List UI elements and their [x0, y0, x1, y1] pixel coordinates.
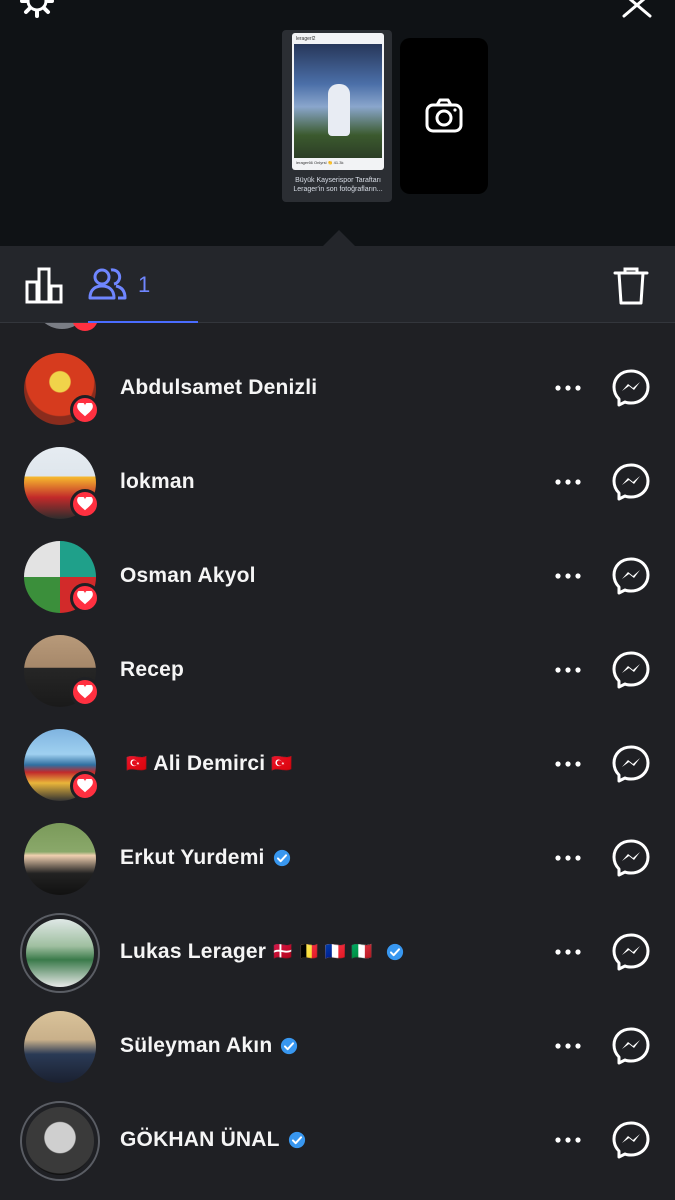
verified-badge-icon: [288, 1131, 305, 1149]
avatar[interactable]: [24, 1011, 96, 1083]
add-story-camera-tile[interactable]: [400, 38, 488, 194]
thumbnail-username: leragerl2: [296, 36, 316, 42]
viewer-name[interactable]: 🇹🇷 Ali Demirci 🇹🇷: [120, 717, 299, 811]
more-options-icon[interactable]: [550, 1032, 586, 1060]
viewer-name-text: Erkut Yurdemi: [120, 846, 265, 869]
viewer-name[interactable]: Osman Akyol: [120, 529, 256, 623]
messenger-icon[interactable]: [611, 650, 651, 690]
story-text: Büyük Kayserispor Taraftarı Lerager'in s…: [293, 177, 383, 193]
verified-badge-icon: [281, 1037, 298, 1055]
viewer-name[interactable]: Lukas Lerager 🇩🇰 🇧🇪 🇫🇷 🇮🇹: [120, 905, 404, 999]
more-options-icon[interactable]: [550, 938, 586, 966]
viewer-name[interactable]: Abdulsamet Denizli: [120, 341, 317, 435]
viewer-row[interactable]: lokman: [0, 435, 675, 529]
flag-emoji: 🇹🇷: [126, 754, 148, 773]
heart-icon: [70, 677, 100, 707]
viewers-people-icon: [88, 268, 127, 300]
more-options-icon[interactable]: [550, 468, 586, 496]
viewer-name[interactable]: GÖKHAN ÜNAL: [120, 1093, 306, 1187]
viewer-name-text: Lukas Lerager: [120, 940, 267, 963]
avatar[interactable]: [20, 913, 100, 993]
more-options-icon[interactable]: [550, 656, 586, 684]
viewer-row[interactable]: Recep: [0, 623, 675, 717]
more-options-icon[interactable]: [550, 1126, 586, 1154]
verified-badge-icon: [387, 943, 404, 961]
thumbnail-caption: lerager66 Onlyrsl 👏 41.3k: [296, 160, 344, 165]
viewer-row[interactable]: Osman Akyol: [0, 529, 675, 623]
messenger-icon[interactable]: [611, 838, 651, 878]
viewer-name-text: GÖKHAN ÜNAL: [120, 1128, 280, 1151]
viewer-row[interactable]: GÖKHAN ÜNAL: [0, 1093, 675, 1187]
tab-viewers[interactable]: 1: [88, 266, 198, 323]
heart-icon: [70, 489, 100, 519]
viewer-name[interactable]: lokman: [120, 435, 195, 529]
messenger-icon[interactable]: [611, 556, 651, 596]
viewer-name[interactable]: Erkut Yurdemi: [120, 811, 291, 905]
flag-emoji: 🇩🇰 🇧🇪 🇫🇷 🇮🇹: [272, 942, 373, 961]
viewer-row[interactable]: Süleyman Akın: [0, 999, 675, 1093]
viewers-list[interactable]: Abdulsamet Denizli lokman Osman Akyol Re…: [0, 323, 675, 1200]
reposted-post-card: leragerl2 lerager66 Onlyrsl 👏 41.3k: [292, 33, 384, 170]
viewer-row[interactable]: Abdulsamet Denizli: [0, 341, 675, 435]
heart-icon: [70, 771, 100, 801]
viewer-name-text: Abdulsamet Denizli: [120, 376, 318, 399]
avatar[interactable]: [20, 1101, 100, 1181]
more-options-icon[interactable]: [550, 374, 586, 402]
heart-icon: [72, 323, 98, 331]
selection-caret: [323, 230, 355, 246]
more-options-icon[interactable]: [550, 562, 586, 590]
viewer-row[interactable]: Erkut Yurdemi: [0, 811, 675, 905]
viewer-name[interactable]: Recep: [120, 623, 184, 717]
verified-badge-icon: [273, 849, 290, 867]
story-thumbnail[interactable]: leragerl2 lerager66 Onlyrsl 👏 41.3k Büyü…: [282, 30, 392, 202]
messenger-icon[interactable]: [611, 462, 651, 502]
viewer-row[interactable]: Lukas Lerager 🇩🇰 🇧🇪 🇫🇷 🇮🇹: [0, 905, 675, 999]
viewer-row[interactable]: 🇹🇷 Ali Demirci 🇹🇷: [0, 717, 675, 811]
more-options-icon[interactable]: [550, 750, 586, 778]
viewer-name[interactable]: Süleyman Akın: [120, 999, 298, 1093]
messenger-icon[interactable]: [611, 744, 651, 784]
avatar[interactable]: [24, 823, 96, 895]
settings-gear-icon[interactable]: [18, 0, 56, 20]
viewer-name-text: Süleyman Akın: [120, 1034, 273, 1057]
insights-chart-icon[interactable]: [24, 266, 64, 304]
story-insights-tabbar: 1: [0, 246, 675, 323]
more-options-icon[interactable]: [550, 844, 586, 872]
viewer-name-text: Ali Demirci: [153, 752, 266, 775]
heart-icon: [70, 583, 100, 613]
viewer-name-text: Recep: [120, 658, 185, 681]
player-figure: [328, 84, 350, 136]
flag-emoji: 🇹🇷: [271, 754, 293, 773]
viewer-name-text: lokman: [120, 470, 195, 493]
trash-icon[interactable]: [612, 266, 650, 306]
post-photo: [294, 44, 382, 158]
messenger-icon[interactable]: [611, 368, 651, 408]
story-preview-area: leragerl2 lerager66 Onlyrsl 👏 41.3k Büyü…: [0, 0, 675, 246]
viewer-name-text: Osman Akyol: [120, 564, 256, 587]
heart-icon: [70, 395, 100, 425]
close-icon[interactable]: [618, 0, 656, 22]
viewers-count: 1: [138, 272, 151, 297]
messenger-icon[interactable]: [611, 932, 651, 972]
messenger-icon[interactable]: [611, 1026, 651, 1066]
camera-icon: [425, 98, 463, 133]
messenger-icon[interactable]: [611, 1120, 651, 1160]
